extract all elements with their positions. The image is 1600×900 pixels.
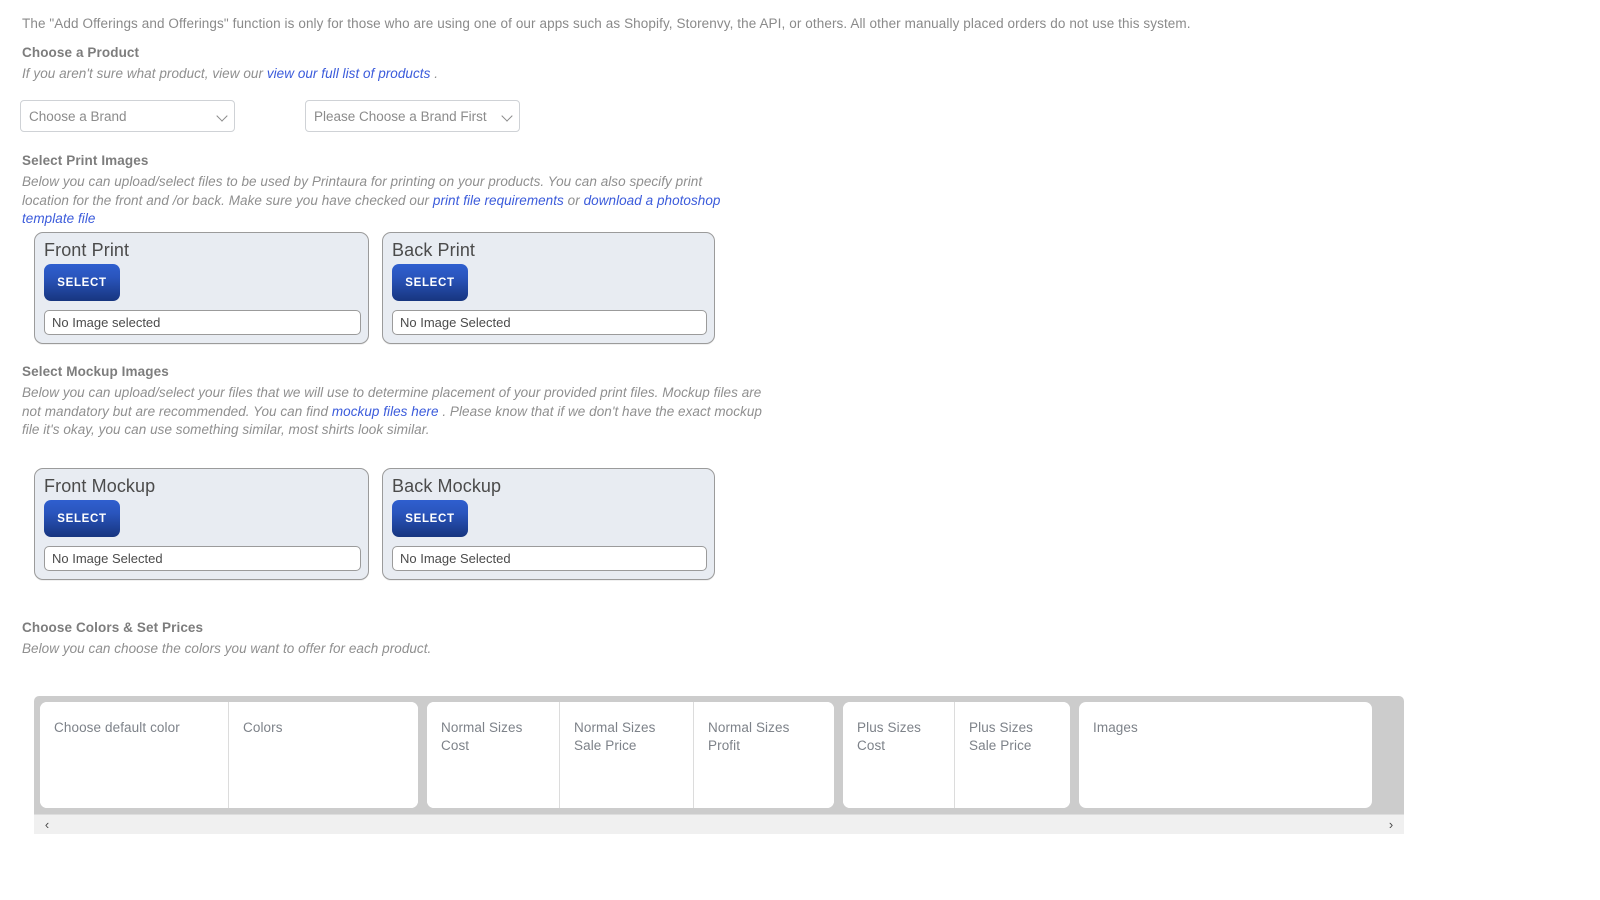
table-header-plus-sale-price: Plus Sizes Sale Price: [955, 702, 1070, 808]
table-header-plus-sale-price-line1: Plus Sizes: [969, 720, 1034, 735]
table-header-normal-profit-line1: Normal Sizes: [708, 720, 790, 735]
table-header-plus-sale-price-line2: Sale Price: [969, 738, 1032, 753]
back-print-select-button[interactable]: SELECT: [392, 264, 468, 301]
print-images-desc-mid: or: [567, 192, 580, 208]
table-header-normal-sale-price: Normal Sizes Sale Price: [560, 702, 694, 808]
scroll-left-arrow-icon[interactable]: ‹: [38, 816, 56, 834]
mockup-files-here-link[interactable]: mockup files here: [332, 404, 439, 419]
front-print-title: Front Print: [44, 240, 130, 260]
back-mockup-card: Back Mockup SELECT: [382, 468, 715, 580]
colors-prices-table-scroll[interactable]: Choose default color Colors Normal Sizes…: [34, 696, 1404, 814]
scroll-right-arrow-icon[interactable]: ›: [1382, 816, 1400, 834]
back-print-title: Back Print: [392, 240, 476, 260]
table-group-plus-sizes: Plus Sizes Cost Plus Sizes Sale Price: [843, 702, 1070, 808]
product-select[interactable]: Please Choose a Brand First: [305, 100, 520, 132]
table-header-images-line1: Images: [1093, 720, 1138, 735]
table-header-row: Choose default color Colors Normal Sizes…: [40, 702, 1404, 808]
table-group-normal-sizes: Normal Sizes Cost Normal Sizes Sale Pric…: [427, 702, 834, 808]
product-select-wrapper: Please Choose a Brand First: [305, 100, 520, 132]
mockup-cards-row: Front Mockup SELECT Back Mockup SELECT: [34, 468, 715, 580]
choose-product-desc-text: If you aren't sure what product, view ou…: [22, 66, 263, 81]
front-mockup-card: Front Mockup SELECT: [34, 468, 369, 580]
front-print-card: Front Print SELECT: [34, 232, 369, 344]
select-mockup-images-section: Select Mockup Images Below you can uploa…: [22, 364, 762, 440]
mockup-images-description: Below you can upload/select your files t…: [22, 384, 762, 440]
table-header-normal-sale-price-line1: Normal Sizes: [574, 720, 656, 735]
front-print-select-button[interactable]: SELECT: [44, 264, 120, 301]
table-header-normal-cost-line2: Cost: [441, 738, 470, 753]
back-mockup-title: Back Mockup: [392, 476, 502, 496]
table-horizontal-scrollbar[interactable]: ‹ ›: [34, 814, 1404, 834]
choose-colors-section: Choose Colors & Set Prices Below you can…: [22, 620, 431, 659]
choose-colors-heading: Choose Colors & Set Prices: [22, 620, 204, 635]
table-header-default-color: Choose default color: [40, 702, 229, 808]
table-header-colors: Colors: [229, 702, 418, 808]
selects-spacer: [235, 100, 305, 132]
table-header-normal-profit: Normal Sizes Profit: [694, 702, 834, 808]
table-header-normal-cost-line1: Normal Sizes: [441, 720, 523, 735]
table-group-images: Images: [1079, 702, 1372, 808]
table-header-plus-cost-line2: Cost: [857, 738, 886, 753]
table-header-default-color-line1: Choose default color: [54, 720, 180, 735]
choose-product-section: Choose a Product If you aren't sure what…: [22, 45, 438, 84]
back-print-card: Back Print SELECT: [382, 232, 715, 344]
table-header-images: Images: [1079, 702, 1372, 808]
print-images-heading: Select Print Images: [22, 153, 149, 168]
print-cards-row: Front Print SELECT Back Print SELECT: [34, 232, 715, 344]
table-group-colors: Choose default color Colors: [40, 702, 418, 808]
choose-colors-description: Below you can choose the colors you want…: [22, 641, 432, 656]
table-header-plus-cost: Plus Sizes Cost: [843, 702, 955, 808]
product-selects-row: Choose a Brand Please Choose a Brand Fir…: [20, 100, 520, 132]
back-print-file-input[interactable]: [392, 310, 707, 335]
front-mockup-select-button[interactable]: SELECT: [44, 500, 120, 537]
table-header-colors-line1: Colors: [243, 720, 283, 735]
offerings-page: The "Add Offerings and Offerings" functi…: [0, 0, 1600, 900]
brand-select[interactable]: Choose a Brand: [20, 100, 235, 132]
front-print-file-input[interactable]: [44, 310, 361, 335]
print-images-description: Below you can upload/select files to be …: [22, 173, 752, 229]
table-header-normal-profit-line2: Profit: [708, 738, 741, 753]
table-header-normal-sale-price-line2: Sale Price: [574, 738, 637, 753]
brand-select-wrapper: Choose a Brand: [20, 100, 235, 132]
front-mockup-file-input[interactable]: [44, 546, 361, 571]
print-file-requirements-link[interactable]: print file requirements: [433, 193, 564, 208]
mockup-images-heading: Select Mockup Images: [22, 364, 169, 379]
intro-notice: The "Add Offerings and Offerings" functi…: [22, 16, 1191, 31]
front-mockup-title: Front Mockup: [44, 476, 156, 496]
table-header-plus-cost-line1: Plus Sizes: [857, 720, 922, 735]
choose-product-description: If you aren't sure what product, view ou…: [22, 65, 438, 84]
full-product-list-link[interactable]: view our full list of products: [267, 66, 431, 81]
table-header-normal-cost: Normal Sizes Cost: [427, 702, 560, 808]
select-print-images-section: Select Print Images Below you can upload…: [22, 153, 752, 229]
choose-product-desc-tail: .: [434, 66, 439, 81]
choose-product-heading: Choose a Product: [22, 45, 140, 60]
back-mockup-file-input[interactable]: [392, 546, 707, 571]
back-mockup-select-button[interactable]: SELECT: [392, 500, 468, 537]
